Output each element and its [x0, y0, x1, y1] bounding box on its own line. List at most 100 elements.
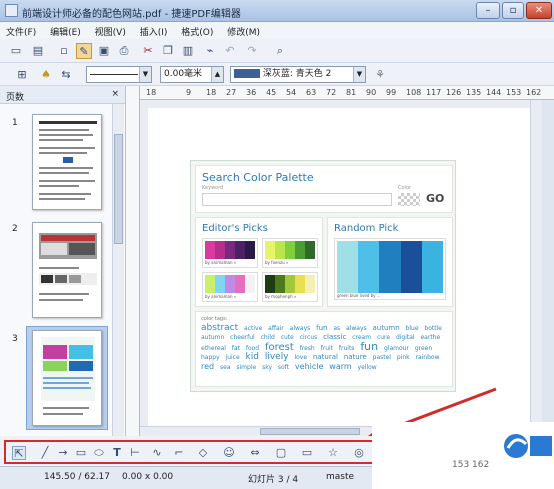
connector-icon[interactable]: ⌐: [172, 446, 186, 460]
copy-icon[interactable]: ❐: [160, 43, 176, 59]
ruler-tick: 126: [446, 88, 462, 97]
color-tag: happy: [201, 354, 220, 361]
color-tag: kid: [245, 352, 259, 362]
color-tag: classic: [323, 333, 347, 341]
line-icon[interactable]: ╱: [38, 446, 52, 460]
chevron-down-icon[interactable]: ▲: [211, 67, 223, 82]
color-tag: as: [333, 325, 341, 332]
scrollbar-thumb[interactable]: [114, 134, 123, 244]
paste-icon[interactable]: ▥: [180, 43, 196, 59]
arrow-icon[interactable]: →: [56, 446, 70, 460]
color-tag: vehicle: [294, 362, 324, 371]
color-tag: simple: [236, 364, 257, 371]
text-icon[interactable]: T: [110, 446, 124, 460]
ruler-tick: 108: [406, 88, 422, 97]
thumbnail-content: [41, 337, 95, 415]
line-fill-toolbar: ⊞ ♠ ⇆ ▼ 0.00毫米 ▲ 深灰蓝: 青天色 2 ▼ ⚘: [0, 63, 554, 86]
pages-scrollbar[interactable]: [112, 104, 124, 436]
menu-view[interactable]: 视图(V): [89, 22, 131, 38]
color-tag: juice: [225, 354, 240, 361]
arrow-style-icon[interactable]: ⇆: [58, 67, 74, 83]
menu-modify[interactable]: 修改(M): [221, 22, 265, 38]
save-icon[interactable]: ▫: [56, 43, 72, 59]
color-tag: fun: [360, 340, 379, 353]
maximize-button[interactable]: ▫: [502, 2, 524, 19]
export-pdf-icon[interactable]: ▣: [96, 43, 112, 59]
menu-file[interactable]: 文件(F): [0, 22, 41, 38]
color-tag: circus: [299, 334, 318, 341]
color-tag: fat: [231, 345, 240, 352]
edit-mode-icon[interactable]: ✎: [76, 43, 92, 59]
color-tag: fruits: [338, 345, 355, 352]
minimize-button[interactable]: –: [476, 2, 500, 19]
page-thumbnail-3[interactable]: [32, 330, 102, 426]
color-tag: green: [414, 345, 433, 352]
color-tag: abstract: [201, 323, 239, 333]
ruler-tick: 9: [186, 88, 192, 97]
menu-edit[interactable]: 编辑(E): [44, 22, 86, 38]
color-tag: cheerful: [230, 334, 255, 341]
thumbnail-content: [39, 121, 97, 200]
grid-icon[interactable]: ⊞: [14, 67, 30, 83]
color-tag: sky: [262, 364, 272, 371]
line-color-select[interactable]: 深灰蓝: 青天色 2 ▼: [230, 66, 366, 83]
ruler-tick: 162: [526, 88, 542, 97]
symbol-shapes-icon[interactable]: ☺: [222, 446, 236, 460]
ruler-tick: 27: [226, 88, 237, 97]
color-tag: sea: [220, 364, 231, 371]
print-icon[interactable]: ⎙: [116, 43, 132, 59]
open-folder-icon[interactable]: ▤: [30, 43, 46, 59]
scrollbar-thumb[interactable]: [260, 428, 360, 435]
new-doc-icon[interactable]: ▭: [8, 43, 24, 59]
ellipse-icon[interactable]: ⬭: [92, 446, 106, 460]
close-icon[interactable]: ×: [111, 89, 119, 99]
color-tag: love: [294, 354, 308, 361]
chevron-down-icon[interactable]: ▼: [353, 67, 365, 82]
callouts-icon[interactable]: ▭: [300, 446, 314, 460]
palette-swatch: by foenzu »: [262, 238, 318, 268]
watermark-logo: [504, 434, 552, 458]
style-icon[interactable]: ♠: [38, 67, 54, 83]
color-tag: fun: [316, 324, 328, 332]
search-title: Search Color Palette: [202, 171, 314, 184]
clone-format-icon[interactable]: ⌁: [202, 43, 218, 59]
flowchart-icon[interactable]: ▢: [274, 446, 288, 460]
redo-icon[interactable]: ↷: [244, 43, 260, 59]
line-style-select[interactable]: ▼: [86, 66, 152, 83]
zoom-icon[interactable]: ⌕: [272, 43, 288, 59]
menu-format[interactable]: 格式(O): [175, 22, 218, 38]
basic-shapes-icon[interactable]: ◇: [196, 446, 210, 460]
tag-list: abstract active affair always fun as alw…: [201, 324, 447, 372]
line-width-select[interactable]: 0.00毫米 ▲: [160, 66, 224, 83]
color-label: Color: [398, 185, 412, 191]
undo-icon[interactable]: ↶: [222, 43, 238, 59]
cursor-coords: 145.50 / 62.17: [44, 472, 111, 482]
canvas-vertical-scrollbar[interactable]: [530, 100, 542, 426]
palette-author: by foenzu »: [265, 260, 289, 265]
3d-objects-icon[interactable]: ◎: [352, 446, 366, 460]
menu-insert[interactable]: 插入(I): [134, 22, 173, 38]
menu-bar: 文件(F) 编辑(E) 视图(V) 插入(I) 格式(O) 修改(M): [0, 22, 554, 39]
page-thumbnail-2[interactable]: [32, 222, 102, 318]
palette-swatch: by animaman »: [202, 272, 258, 302]
curve-icon[interactable]: ∿: [150, 446, 164, 460]
stars-icon[interactable]: ☆: [326, 446, 340, 460]
color-tag: always: [346, 325, 367, 332]
ruler-tail: 153 162: [452, 460, 490, 470]
keyword-label: Keyword: [202, 185, 224, 191]
window-title: 前端设计师必备的配色网站.pdf - 捷速PDF编辑器: [22, 9, 241, 20]
title-bar: 前端设计师必备的配色网站.pdf - 捷速PDF编辑器 – ▫ ✕: [0, 0, 554, 22]
vertical-text-icon[interactable]: ⊢: [128, 446, 142, 460]
chevron-down-icon[interactable]: ▼: [139, 67, 151, 82]
fill-icon[interactable]: ⚘: [372, 67, 388, 83]
palette-author: by mophenph »: [265, 294, 297, 299]
rectangle-icon[interactable]: ▭: [74, 446, 88, 460]
cut-icon[interactable]: ✂: [140, 43, 156, 59]
line-sample: [90, 74, 138, 75]
select-icon[interactable]: ⇱: [12, 446, 26, 460]
block-arrows-icon[interactable]: ⇔: [248, 446, 262, 460]
page-thumbnail-1[interactable]: [32, 114, 102, 210]
color-tag: yellow: [357, 364, 377, 371]
keyword-input: [202, 193, 392, 206]
close-button[interactable]: ✕: [526, 2, 552, 19]
